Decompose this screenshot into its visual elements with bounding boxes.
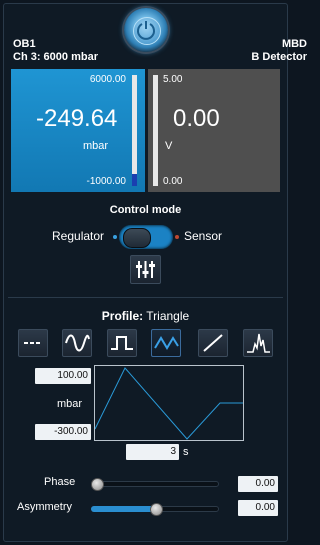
- phase-slider[interactable]: [91, 481, 219, 487]
- profile-preview: [94, 365, 244, 441]
- profile-unit: mbar: [57, 398, 83, 410]
- phase-value-field[interactable]: 0.00: [238, 476, 278, 492]
- control-mode-title: Control mode: [109, 204, 182, 216]
- sensor-min-label: 0.00: [163, 176, 183, 187]
- sensor-level-bar: [153, 75, 158, 186]
- sliders-icon: [136, 261, 155, 278]
- profile-selected: Triangle: [146, 309, 190, 323]
- waveform-ramp-button[interactable]: [198, 329, 228, 357]
- channel-label: Ch 3: 6000 mbar: [13, 51, 98, 63]
- pressure-value: -249.64: [36, 105, 118, 132]
- phase-slider-knob[interactable]: [91, 478, 104, 491]
- pressure-display: 6000.00 -1000.00 -249.64 mbar: [11, 69, 145, 192]
- period-unit: s: [183, 446, 189, 458]
- asymmetry-slider-fill: [91, 506, 155, 512]
- sine-icon: [65, 334, 90, 352]
- profile-label: Profile:: [101, 309, 144, 323]
- asymmetry-value-field[interactable]: 0.00: [238, 500, 278, 516]
- period-field[interactable]: 3: [126, 444, 179, 460]
- sensor-type: B Detector: [251, 51, 307, 63]
- power-icon: [137, 21, 155, 40]
- control-mode-toggle[interactable]: [119, 225, 173, 249]
- pressure-max-label: 6000.00: [89, 74, 126, 85]
- waveform-square-button[interactable]: [107, 329, 137, 357]
- waveform-constant-button[interactable]: [18, 329, 48, 357]
- section-divider: [8, 297, 283, 298]
- pressure-level-fill: [132, 174, 137, 186]
- ramp-icon: [203, 334, 223, 352]
- custom-icon: [247, 333, 270, 353]
- phase-label: Phase: [44, 476, 76, 488]
- sensor-max-label: 5.00: [163, 74, 183, 85]
- constant-icon: [24, 342, 42, 344]
- square-icon: [111, 336, 133, 350]
- pressure-level-bar: [132, 75, 137, 186]
- sensor-value: 0.00: [173, 105, 220, 132]
- sensor-display: 5.00 0.00 0.00 V: [148, 69, 280, 192]
- sensor-name: MBD: [281, 38, 307, 50]
- asymmetry-slider-knob[interactable]: [149, 503, 163, 516]
- triangle-waveform-preview: [94, 367, 243, 440]
- regulator-label[interactable]: Regulator: [52, 229, 104, 243]
- waveform-triangle-button[interactable]: [151, 329, 181, 357]
- sensor-indicator: [175, 235, 179, 239]
- waveform-sine-button[interactable]: [62, 329, 92, 357]
- settings-button[interactable]: [130, 255, 161, 284]
- asymmetry-label: Asymmetry: [17, 501, 72, 513]
- pressure-unit: mbar: [83, 140, 109, 152]
- power-button[interactable]: [124, 8, 168, 52]
- regulator-indicator: [113, 235, 117, 239]
- triangle-icon: [154, 336, 179, 350]
- profile-heading: Profile: Triangle: [0, 309, 291, 323]
- device-name: OB1: [13, 38, 36, 50]
- waveform-custom-button[interactable]: [243, 329, 273, 357]
- profile-min-field[interactable]: -300.00: [35, 424, 91, 440]
- toggle-knob[interactable]: [123, 228, 151, 248]
- sensor-label[interactable]: Sensor: [184, 229, 222, 243]
- sensor-unit: V: [165, 140, 173, 152]
- pressure-min-label: -1000.00: [86, 176, 126, 187]
- profile-max-field[interactable]: 100.00: [35, 368, 91, 384]
